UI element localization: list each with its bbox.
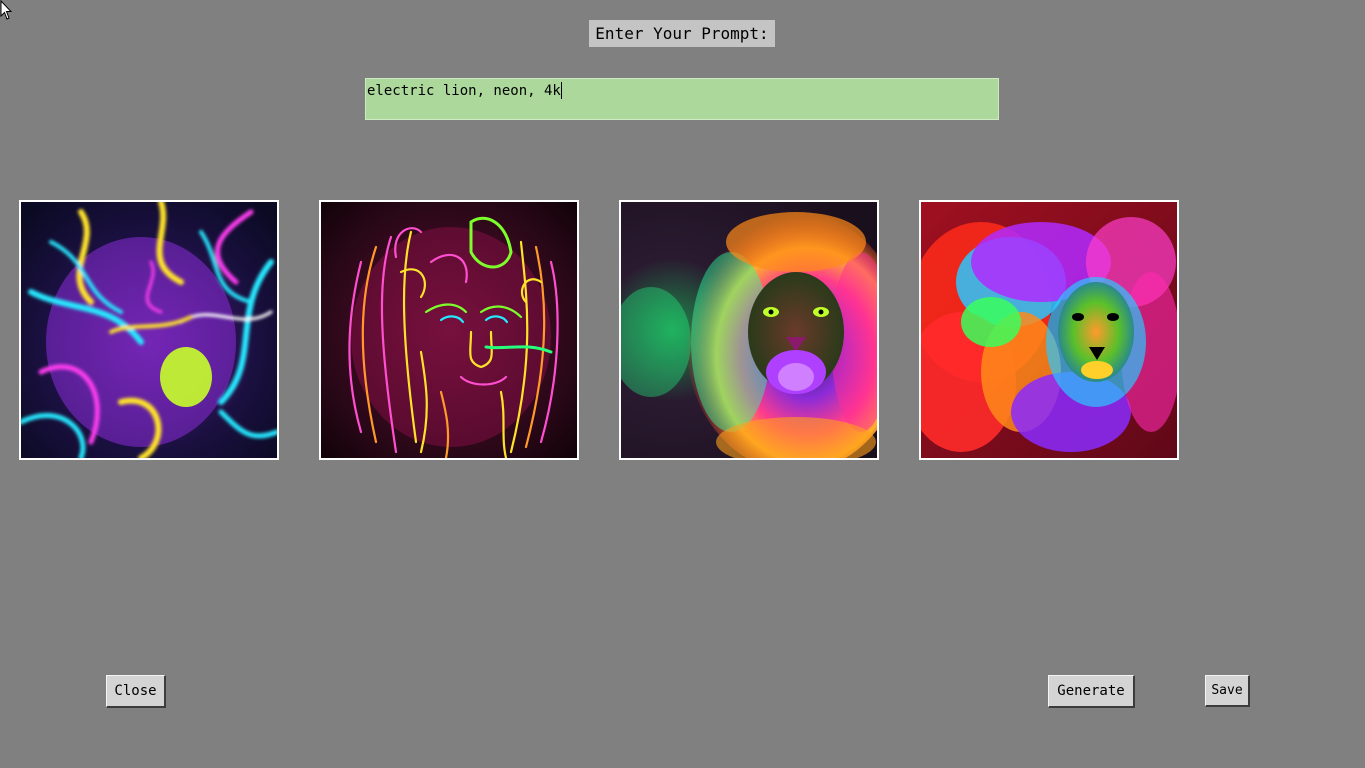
mouse-cursor-icon (0, 0, 13, 20)
generated-image-3[interactable] (619, 200, 879, 460)
neon-lion-image-1 (21, 202, 277, 458)
prompt-label: Enter Your Prompt: (589, 20, 775, 47)
neon-lion-image-3 (621, 202, 877, 458)
save-button[interactable]: Save (1205, 675, 1250, 707)
text-caret (560, 82, 562, 99)
close-button[interactable]: Close (106, 675, 166, 708)
neon-lion-image-2 (321, 202, 577, 458)
generated-image-2[interactable] (319, 200, 579, 460)
neon-lion-image-4 (921, 202, 1177, 458)
generated-image-4[interactable] (919, 200, 1179, 460)
prompt-input[interactable]: electric lion, neon, 4k (365, 78, 999, 120)
generated-image-1[interactable] (19, 200, 279, 460)
prompt-input-value: electric lion, neon, 4k (367, 83, 561, 99)
generate-button[interactable]: Generate (1048, 675, 1135, 708)
